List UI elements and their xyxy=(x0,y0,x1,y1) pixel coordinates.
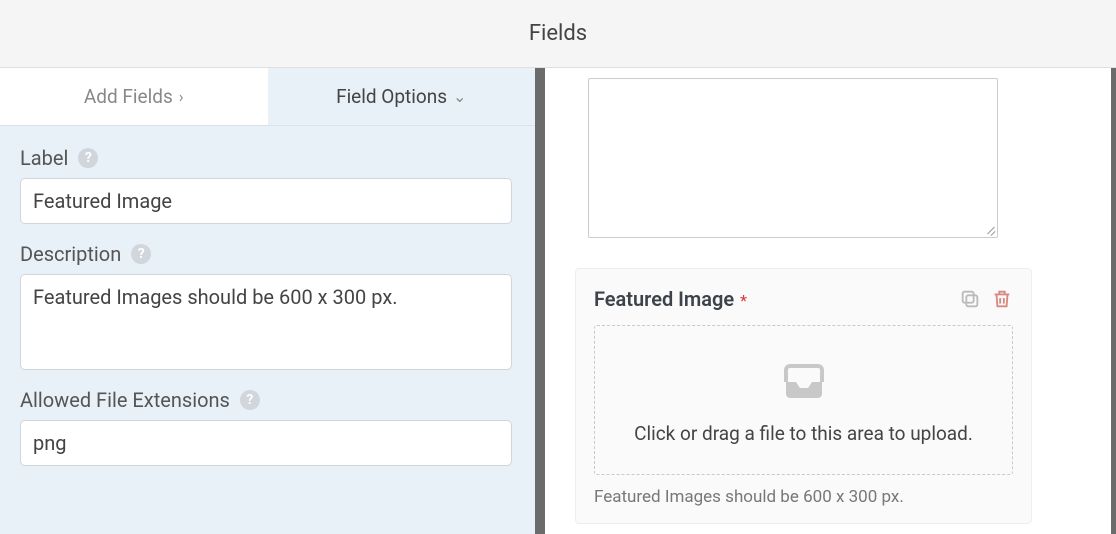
group-description: Description ? xyxy=(20,242,515,370)
tab-label: Field Options xyxy=(336,85,447,108)
description-input[interactable] xyxy=(20,274,512,370)
upload-title-wrap: Featured Image * xyxy=(594,287,747,311)
label-text: Allowed File Extensions xyxy=(20,388,230,412)
help-icon[interactable]: ? xyxy=(240,390,260,410)
dropzone-text: Click or drag a file to this area to upl… xyxy=(634,422,973,445)
label-row: Label ? xyxy=(20,146,515,170)
page-title: Fields xyxy=(529,21,587,46)
field-title: Featured Image xyxy=(594,287,734,311)
tabs: Add Fields › Field Options ⌄ xyxy=(0,68,535,126)
label-row: Allowed File Extensions ? xyxy=(20,388,515,412)
group-label: Label ? xyxy=(20,146,515,224)
label-text: Label xyxy=(20,146,68,170)
preview-panel: Featured Image * Click or drag a file to… xyxy=(540,68,1116,534)
help-icon[interactable]: ? xyxy=(78,148,98,168)
extensions-input[interactable] xyxy=(20,420,512,466)
label-input[interactable] xyxy=(20,178,512,224)
tab-field-options[interactable]: Field Options ⌄ xyxy=(268,68,536,125)
upload-field-card[interactable]: Featured Image * Click or drag a file to… xyxy=(575,268,1032,524)
chevron-down-icon: ⌄ xyxy=(453,87,466,106)
field-options-body: Label ? Description ? Allowed File Exten… xyxy=(0,126,535,466)
tab-add-fields[interactable]: Add Fields › xyxy=(0,68,268,125)
left-panel: Add Fields › Field Options ⌄ Label ? Des… xyxy=(0,68,540,534)
tab-label: Add Fields xyxy=(84,85,173,108)
label-text: Description xyxy=(20,242,121,266)
file-dropzone[interactable]: Click or drag a file to this area to upl… xyxy=(594,325,1013,475)
page-header: Fields xyxy=(0,0,1116,68)
previous-field-textarea[interactable] xyxy=(588,78,998,238)
upload-description: Featured Images should be 600 x 300 px. xyxy=(594,487,1013,507)
help-icon[interactable]: ? xyxy=(131,244,151,264)
label-row: Description ? xyxy=(20,242,515,266)
inbox-icon xyxy=(780,356,828,408)
main: Add Fields › Field Options ⌄ Label ? Des… xyxy=(0,68,1116,534)
field-actions xyxy=(959,288,1013,310)
group-extensions: Allowed File Extensions ? xyxy=(20,388,515,466)
required-mark: * xyxy=(740,291,747,310)
resize-handle-icon[interactable] xyxy=(983,223,995,235)
trash-icon[interactable] xyxy=(991,288,1013,310)
upload-header: Featured Image * xyxy=(594,287,1013,311)
duplicate-icon[interactable] xyxy=(959,288,981,310)
chevron-right-icon: › xyxy=(179,87,184,106)
